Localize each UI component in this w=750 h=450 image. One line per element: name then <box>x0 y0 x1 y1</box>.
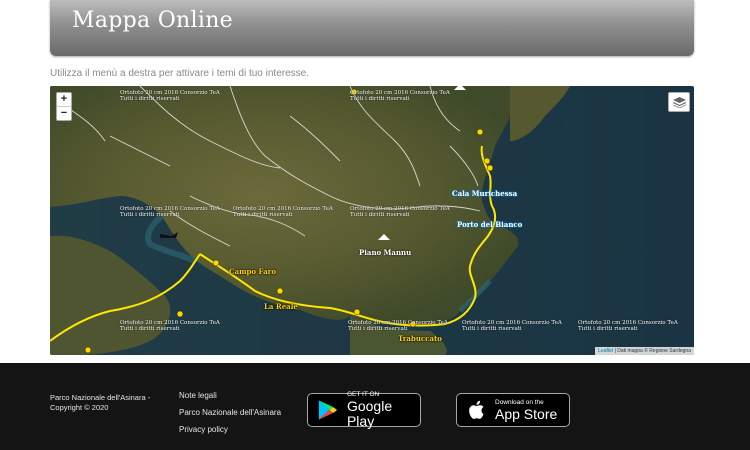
place-label-campo-faro[interactable]: Campo Faro <box>229 267 276 276</box>
footer-link-privacy[interactable]: Privacy policy <box>179 425 281 434</box>
place-label-porto-del-bianco[interactable]: Porto del Bianco <box>457 220 522 229</box>
place-label-piano-mannu[interactable]: Piano Mannu <box>359 248 411 257</box>
leaflet-link[interactable]: Leaflet <box>598 348 613 354</box>
map-watermark: Ortofoto 20 cm 2016 Consorzio TeA Tutti i… <box>120 90 220 102</box>
place-label-la-reale[interactable]: La Reale <box>264 302 298 311</box>
map-watermark: Ortofoto 20 cm 2016 Consorzio TeA Tutti i… <box>120 206 220 218</box>
footer-copyright: Parco Nazionale dell'Asinara - Copyright… <box>50 393 151 412</box>
map-watermark: Ortofoto 20 cm 2016 Consorzio TeA Tutti i… <box>120 320 220 332</box>
place-label-trabuccato[interactable]: Trabuccato <box>398 334 442 343</box>
google-play-icon <box>318 400 338 420</box>
map-watermark: Ortofoto 20 cm 2016 Consorzio TeA Tutti i… <box>233 206 333 218</box>
place-label-cala-murichessa[interactable]: Cala Murichessa <box>452 189 517 198</box>
page-header-banner: Mappa Online <box>50 0 694 56</box>
zoom-out-button[interactable]: − <box>57 106 71 120</box>
app-store-button[interactable]: Download on the App Store <box>456 393 570 427</box>
footer-link-note-legali[interactable]: Note legali <box>179 391 281 400</box>
map-watermark: Ortofoto 20 cm 2016 Consorzio TeA Tutti i… <box>462 320 562 332</box>
intro-text: Utilizza il menù a destra per attivare i… <box>50 68 309 79</box>
map-viewport[interactable]: + − Ortofoto 20 cm 2016 Consorzio TeA Tut… <box>50 86 694 355</box>
google-play-big-text: Google Play <box>346 398 393 429</box>
map-watermark: Ortofoto 20 cm 2016 Consorzio TeA Tutti i… <box>578 320 678 332</box>
map-watermark: Ortofoto 20 cm 2016 Consorzio TeA Tutti i… <box>348 320 448 332</box>
map-watermark: Ortofoto 20 cm 2016 Consorzio TeA Tutti i… <box>350 206 450 218</box>
page-title: Mappa Online <box>72 8 233 33</box>
footer: Parco Nazionale dell'Asinara - Copyright… <box>0 363 750 450</box>
layers-toggle-button[interactable] <box>668 92 690 112</box>
map-attribution: Leaflet | Dati mappa © Regione Sardegna <box>595 347 694 355</box>
apple-icon <box>469 400 484 419</box>
map-watermark: Ortofoto 20 cm 2016 Consorzio TeA Tutti i… <box>350 90 450 102</box>
google-play-button[interactable]: GET IT ON Google Play <box>307 391 421 429</box>
footer-link-parco[interactable]: Parco Nazionale dell'Asinara <box>179 408 281 417</box>
zoom-in-button[interactable]: + <box>57 93 71 106</box>
zoom-control: + − <box>56 92 72 121</box>
app-store-big-text: App Store <box>495 405 558 422</box>
footer-links: Note legali Parco Nazionale dell'Asinara… <box>179 391 281 442</box>
layers-icon <box>672 96 686 108</box>
map-satellite-base <box>50 86 694 355</box>
